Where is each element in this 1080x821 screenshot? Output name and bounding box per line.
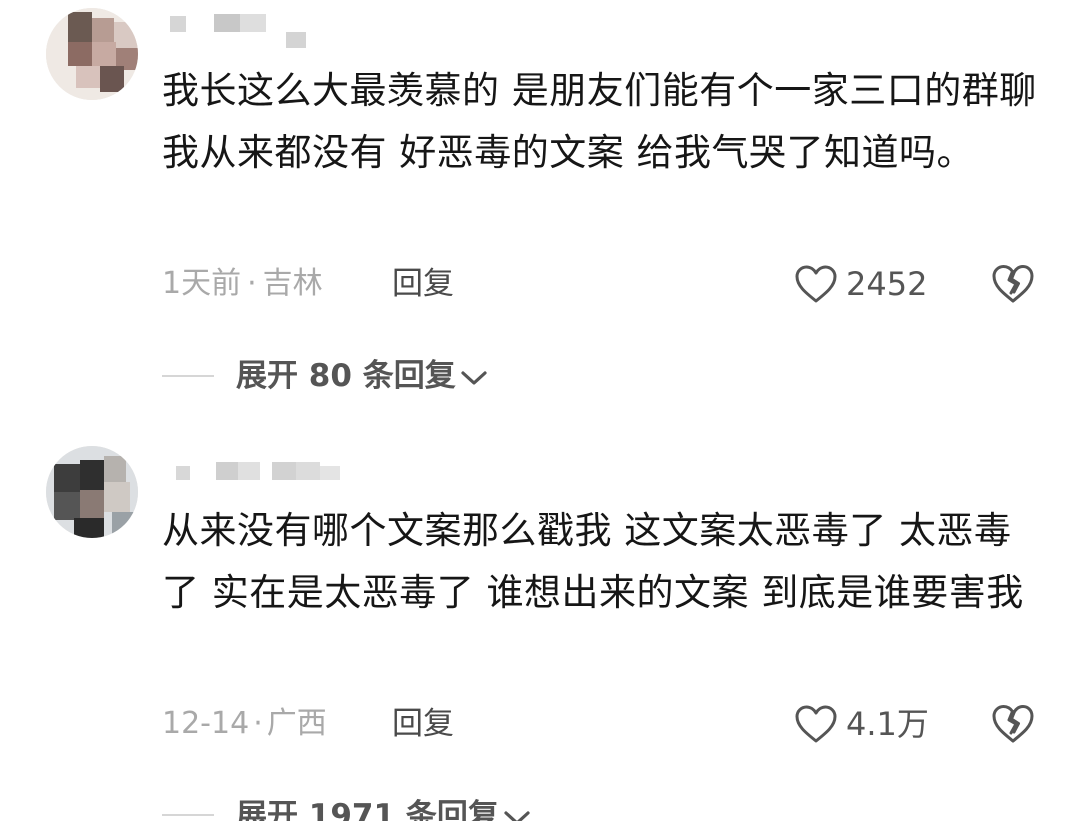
- meta-separator: ·: [253, 706, 263, 741]
- username-redacted[interactable]: [170, 14, 310, 48]
- divider: [162, 375, 214, 377]
- avatar[interactable]: [46, 8, 138, 100]
- expand-replies-button[interactable]: 展开 1971 条回复: [236, 796, 531, 821]
- comment-location: 广西: [266, 706, 327, 741]
- comment-text: 我长这么大最羡慕的 是朋友们能有个一家三口的群聊 我从来都没有 好恶毒的文案 给…: [162, 69, 1037, 174]
- comment-meta: 1天前 · 吉林: [162, 264, 323, 304]
- comment-time: 1天前: [162, 266, 242, 301]
- chevron-down-icon: [461, 370, 487, 385]
- expand-replies-button[interactable]: 展开 80 条回复: [236, 356, 488, 396]
- reply-button[interactable]: 回复: [392, 264, 454, 304]
- broken-heart-icon[interactable]: [991, 703, 1035, 745]
- comment-time: 12-14: [162, 706, 250, 741]
- reply-button[interactable]: 回复: [392, 704, 454, 744]
- heart-outline-icon[interactable]: [794, 704, 838, 744]
- heart-outline-icon[interactable]: [794, 264, 838, 304]
- like-count: 4.1万: [846, 705, 929, 743]
- meta-separator: ·: [247, 266, 257, 301]
- like-count: 2452: [846, 265, 928, 303]
- comment-text: 从来没有哪个文案那么戳我 这文案太恶毒了 太恶毒了 实在是太恶毒了 谁想出来的文…: [162, 509, 1024, 614]
- comment-meta: 12-14 · 广西: [162, 704, 327, 744]
- broken-heart-icon[interactable]: [991, 263, 1035, 305]
- username-redacted[interactable]: [176, 462, 346, 484]
- comment-location: 吉林: [262, 266, 323, 301]
- divider: [162, 814, 214, 816]
- chevron-down-icon: [504, 810, 530, 821]
- expand-replies-label: 展开 1971 条回复: [236, 798, 499, 821]
- avatar[interactable]: [46, 446, 138, 538]
- expand-replies-label: 展开 80 条回复: [236, 358, 456, 394]
